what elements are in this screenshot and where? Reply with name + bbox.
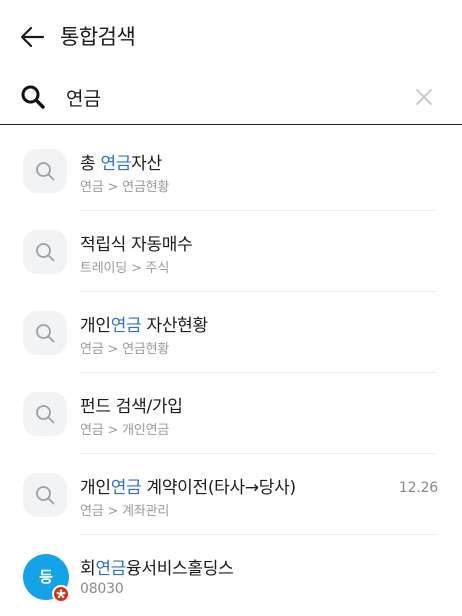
result-path: 연금 > 계좌관리 bbox=[80, 504, 170, 519]
search-result-list: 총 연금자산 연금 > 연금현황 적립식 자동매수 트레이딩 > 주식 개인연금… bbox=[0, 130, 462, 616]
back-button[interactable] bbox=[18, 22, 48, 52]
result-title: 총 연금자산 bbox=[80, 154, 162, 174]
list-item[interactable]: 등 회연금융서비스홀딩스 08030 bbox=[0, 535, 462, 616]
hong-kong-flag-icon bbox=[52, 585, 70, 603]
menu-thumbnail bbox=[23, 149, 67, 193]
result-path: 연금 > 연금현황 bbox=[80, 180, 170, 195]
result-title: 개인연금 자산현황 bbox=[80, 316, 208, 336]
result-path: 연금 > 개인연금 bbox=[80, 423, 170, 438]
result-path: 트레이딩 > 주식 bbox=[80, 261, 170, 276]
menu-search-icon bbox=[36, 324, 55, 343]
page-title: 통합검색 bbox=[60, 25, 136, 49]
result-title: 개인연금 계약이전(타사→당사) bbox=[80, 478, 296, 498]
back-arrow-icon bbox=[20, 26, 45, 48]
list-item[interactable]: 펀드 검색/가입 연금 > 개인연금 bbox=[0, 373, 462, 454]
menu-thumbnail bbox=[23, 392, 67, 436]
menu-search-icon bbox=[36, 405, 55, 424]
result-path: 연금 > 연금현황 bbox=[80, 342, 170, 357]
result-title: 회연금융서비스홀딩스 bbox=[80, 559, 234, 579]
list-item[interactable]: 총 연금자산 연금 > 연금현황 bbox=[0, 130, 462, 211]
result-title: 펀드 검색/가입 bbox=[80, 397, 183, 417]
list-item[interactable]: 적립식 자동매수 트레이딩 > 주식 bbox=[0, 211, 462, 292]
menu-search-icon bbox=[36, 162, 55, 181]
header: 통합검색 bbox=[0, 0, 462, 70]
result-title: 적립식 자동매수 bbox=[80, 235, 193, 255]
search-bar bbox=[0, 72, 462, 125]
menu-search-icon bbox=[36, 486, 55, 505]
search-icon bbox=[21, 85, 45, 109]
list-item[interactable]: 개인연금 자산현황 연금 > 연금현황 bbox=[0, 292, 462, 373]
menu-search-icon bbox=[36, 243, 55, 262]
menu-thumbnail bbox=[23, 230, 67, 274]
list-item[interactable]: 개인연금 계약이전(타사→당사) 연금 > 계좌관리 12.26 bbox=[0, 454, 462, 535]
menu-thumbnail bbox=[23, 473, 67, 517]
search-input[interactable] bbox=[66, 81, 396, 113]
stock-code: 08030 bbox=[80, 581, 124, 597]
result-date: 12.26 bbox=[398, 480, 438, 496]
menu-thumbnail bbox=[23, 311, 67, 355]
clear-icon[interactable] bbox=[412, 85, 436, 109]
